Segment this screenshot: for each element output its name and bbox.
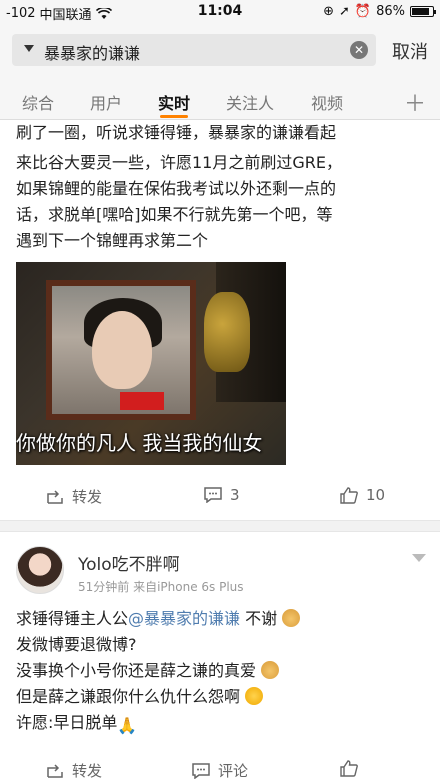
battery-percent: 86%: [376, 4, 405, 19]
search-input[interactable]: 暴暴家的谦谦 ✕: [12, 34, 376, 66]
text-segment: 但是薛之谦跟你什么仇什么怨啊: [16, 687, 241, 706]
chevron-down-icon[interactable]: [412, 554, 426, 562]
location-icon: ➚: [339, 4, 350, 19]
doge-emoji-icon: [261, 661, 280, 679]
doge-emoji-icon: [282, 609, 301, 627]
tab-following[interactable]: 关注人: [226, 90, 274, 114]
tab-users[interactable]: 用户: [90, 90, 122, 114]
tab-comprehensive[interactable]: 综合: [22, 90, 54, 114]
dropdown-caret-icon[interactable]: [24, 45, 34, 52]
vase-shape: [204, 292, 250, 372]
face-shape: [92, 311, 152, 389]
cancel-button[interactable]: 取消: [392, 38, 428, 64]
post-action-bar: 转发 3 10: [0, 478, 440, 518]
thumbs-up-icon: [340, 760, 358, 777]
pray-emoji-icon: 🙏: [117, 716, 138, 735]
thumbs-up-icon: [340, 486, 358, 504]
mention-link[interactable]: @暴暴家的谦谦: [128, 609, 240, 628]
comment-count: 3: [230, 486, 240, 504]
post-text-line: 发微博要退微博?: [16, 635, 137, 654]
red-envelope-shape: [120, 392, 164, 410]
lock-rotation-icon: ⊕: [323, 4, 334, 19]
search-query[interactable]: 暴暴家的谦谦: [44, 40, 140, 64]
post-meta: 51分钟前 来自iPhone 6s Plus: [78, 580, 244, 594]
search-header: 暴暴家的谦谦 ✕ 取消: [0, 24, 440, 76]
like-button[interactable]: 10: [340, 486, 385, 504]
active-tab-indicator: [160, 115, 188, 118]
post-text-line: 许愿:早日脱单🙏: [16, 711, 436, 735]
repost-button[interactable]: 转发: [46, 760, 102, 781]
post-image[interactable]: 你做你的凡人 我当我的仙女: [16, 262, 286, 465]
comment-label: 评论: [218, 762, 249, 780]
avatar[interactable]: [16, 546, 64, 594]
clear-icon[interactable]: ✕: [350, 41, 368, 59]
post-text-line: 没事换个小号你还是薛之谦的真爱: [16, 659, 436, 683]
username[interactable]: Yolo吃不胖啊: [78, 550, 180, 575]
post-text-line: 但是薛之谦跟你什么仇什么怨啊: [16, 685, 436, 709]
battery-icon: [410, 6, 436, 17]
text-segment: 没事换个小号你还是薛之谦的真爱: [16, 661, 257, 680]
post-text-line: 求锤得锤主人公@暴暴家的谦谦 不谢: [16, 607, 436, 631]
post-text-line: 刷了一圈，听说求锤得锤，暴暴家的谦谦看起: [16, 123, 337, 142]
alarm-icon: ⏰: [354, 4, 372, 19]
filter-tabs: 综合 用户 实时 关注人 视频 ＋: [0, 76, 440, 120]
repost-button[interactable]: 转发: [46, 486, 102, 507]
post-action-bar: 转发 评论: [0, 752, 440, 783]
post-text-line: 话，求脱单[嘿哈]如果不行就先第一个吧，等: [16, 205, 333, 224]
status-bar: -102 中国联通 11:04 ⊕ ➚ ⏰ 86%: [0, 0, 440, 24]
comment-button[interactable]: 3: [204, 486, 240, 504]
repost-label: 转发: [72, 488, 103, 506]
comment-icon: [204, 487, 222, 503]
repost-icon: [47, 489, 63, 504]
comment-icon: [192, 762, 210, 779]
tab-fade: [382, 90, 396, 110]
repost-label: 转发: [72, 762, 103, 780]
post-divider: [0, 520, 440, 532]
like-count: 10: [366, 486, 386, 504]
mirror-frame: [46, 280, 196, 420]
comment-button[interactable]: 评论: [192, 760, 248, 781]
text-segment: 求锤得锤主人公: [16, 609, 129, 628]
post-text-line: 来比谷大要灵一些，许愿11月之前刷过GRE，: [16, 153, 342, 172]
text-segment: 不谢: [240, 609, 278, 628]
like-button[interactable]: [340, 760, 358, 777]
post-text-line: 如果锦鲤的能量在保佑我考试以外还剩一点的: [16, 179, 337, 198]
text-segment: 许愿:早日脱单: [16, 713, 118, 732]
laugh-cry-emoji-icon: [245, 687, 264, 705]
tab-video[interactable]: 视频: [311, 90, 343, 114]
repost-icon: [47, 763, 63, 778]
add-tab-icon[interactable]: ＋: [404, 86, 426, 118]
post-text-line: 遇到下一个锦鲤再求第二个: [16, 231, 209, 250]
image-caption: 你做你的凡人 我当我的仙女: [16, 431, 263, 455]
tab-realtime[interactable]: 实时: [158, 90, 190, 114]
